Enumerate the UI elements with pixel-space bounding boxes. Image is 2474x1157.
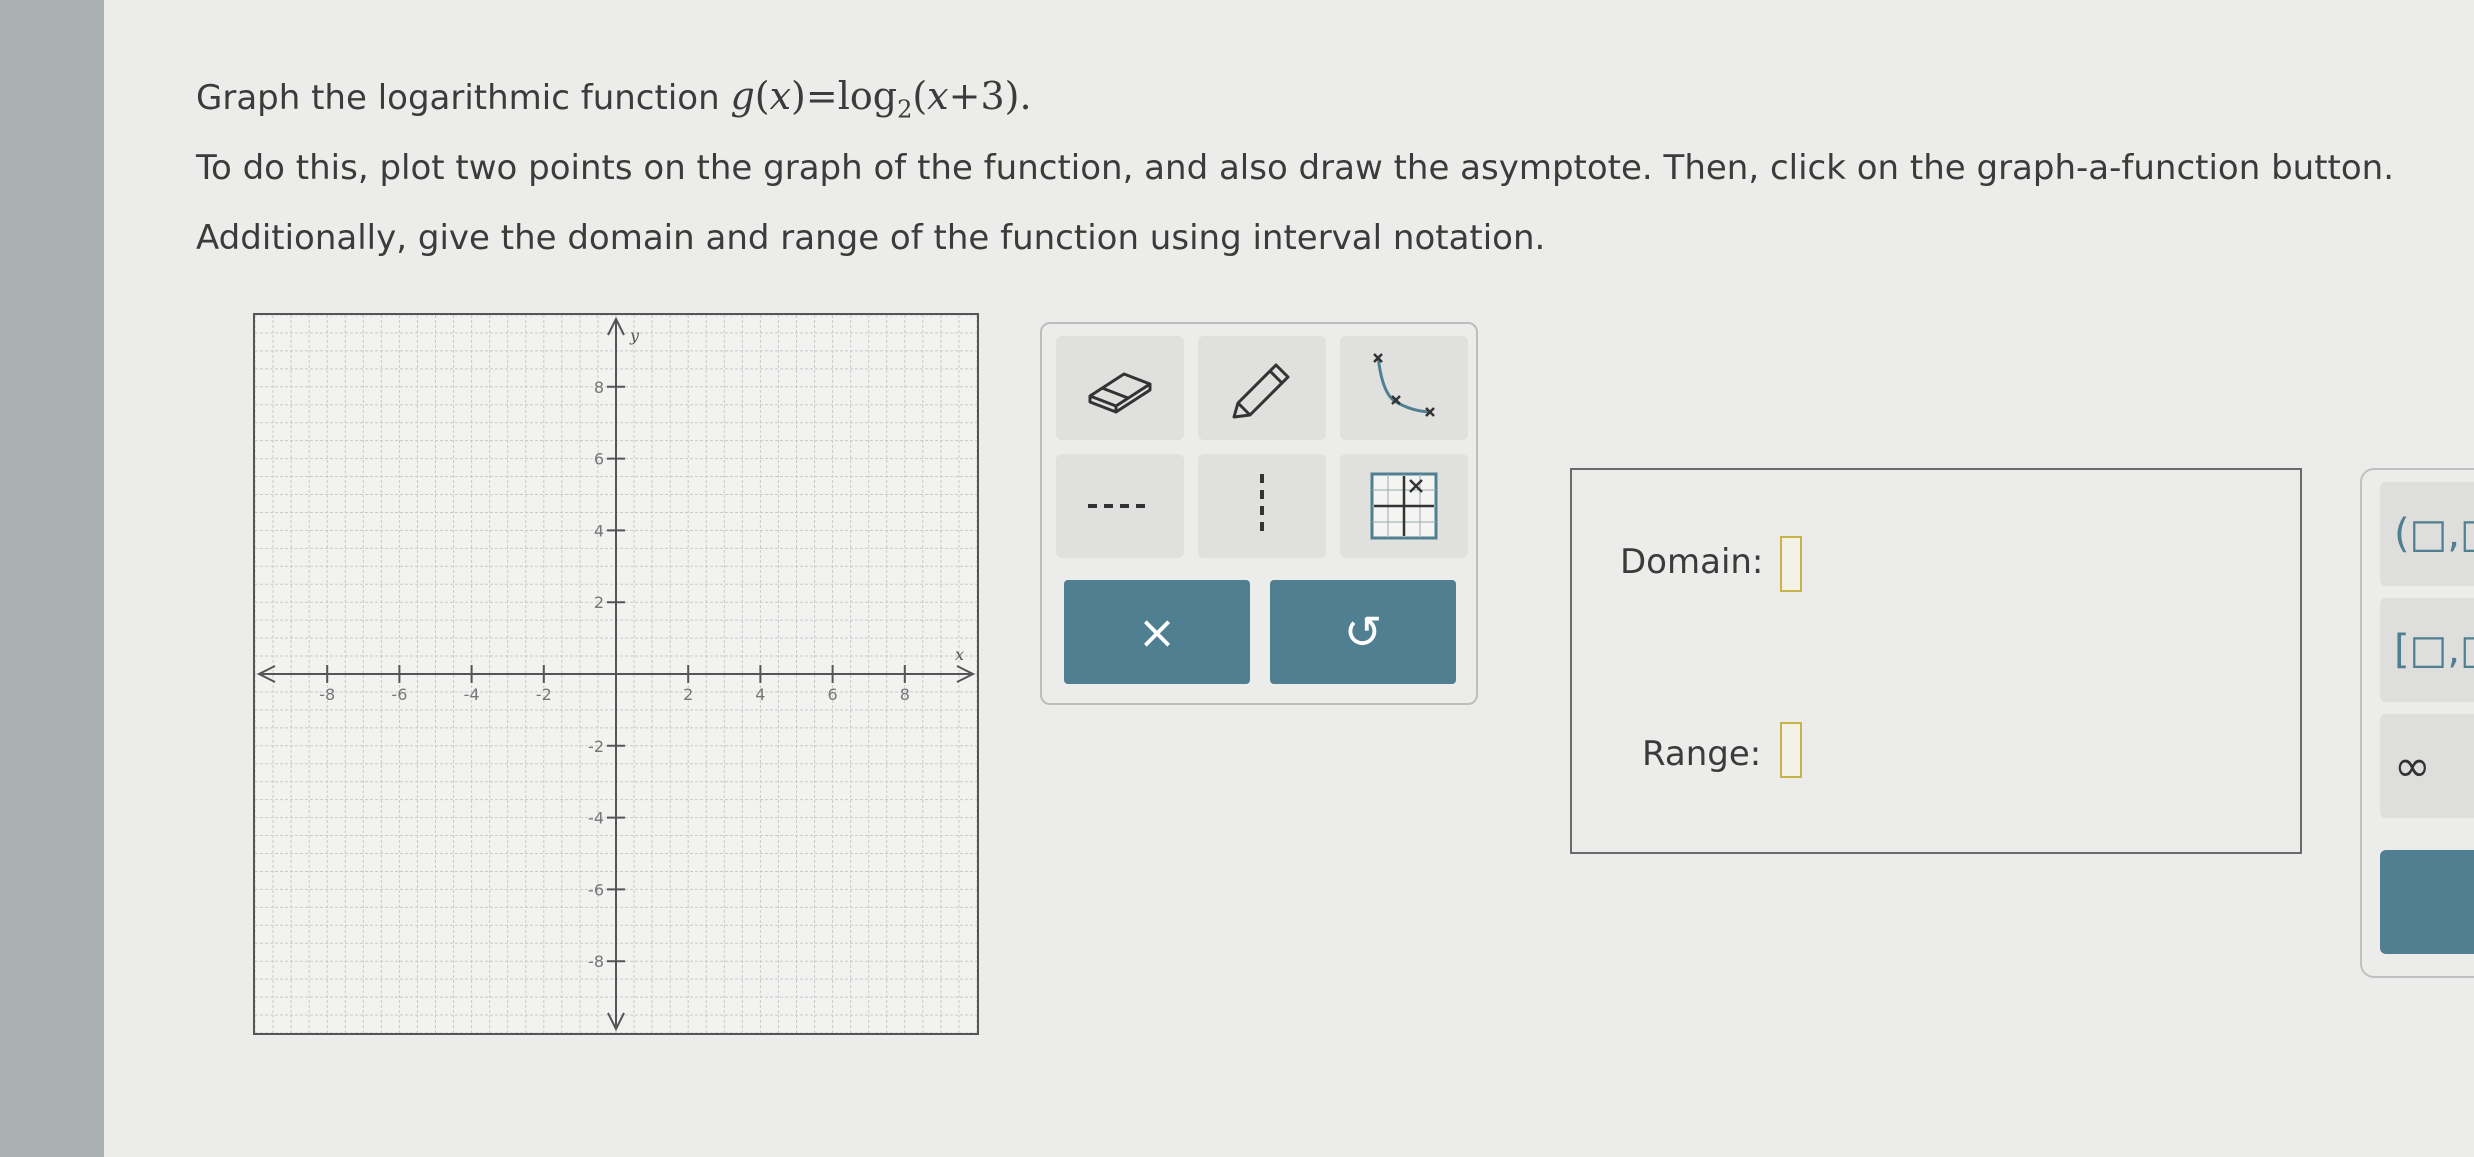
x-tick-label: 6 bbox=[828, 685, 838, 704]
next-button[interactable]: › bbox=[2380, 850, 2474, 954]
undo-button[interactable]: ↺ bbox=[1270, 580, 1456, 684]
question-prefix: Graph the logarithmic function bbox=[196, 78, 731, 118]
pencil-icon bbox=[1232, 363, 1290, 419]
graph-toolbox: × ↺ bbox=[1040, 322, 1478, 705]
x-tick-label: -2 bbox=[536, 685, 552, 704]
graph-function-icon bbox=[1373, 353, 1435, 417]
dashed-horizontal-line-icon bbox=[1088, 504, 1152, 508]
y-tick-label: 8 bbox=[594, 378, 604, 397]
closed-interval-button[interactable]: [□,□ bbox=[2380, 598, 2474, 702]
graph-svg[interactable]: x y -8 -6 -4 -2 2 4 6 8 8 6 4 2 -2 -4 -6 -8 bbox=[255, 315, 977, 1033]
x-axis-label: x bbox=[955, 645, 964, 664]
answer-panel: Domain: Range: bbox=[1570, 468, 2302, 854]
function-formula: g(x)=log2(x+3). bbox=[730, 74, 1032, 124]
clear-button[interactable]: × bbox=[1064, 580, 1250, 684]
dashed-vertical-line-icon bbox=[1260, 474, 1264, 538]
undo-icon: ↺ bbox=[1343, 605, 1383, 659]
range-label: Range: bbox=[1642, 734, 1762, 774]
vertical-asymptote-tool-button[interactable] bbox=[1198, 454, 1326, 558]
range-input[interactable] bbox=[1780, 722, 1802, 778]
question-line-1: Graph the logarithmic function g(x)=log2… bbox=[196, 74, 1032, 124]
graph-function-tool-button[interactable] bbox=[1340, 336, 1468, 440]
y-tick-label: 2 bbox=[594, 593, 604, 612]
y-tick-label: -4 bbox=[588, 809, 604, 828]
graph-canvas[interactable]: x y -8 -6 -4 -2 2 4 6 8 8 6 4 2 -2 -4 -6 -8 bbox=[253, 313, 979, 1035]
x-tick-label: 8 bbox=[900, 685, 910, 704]
eraser-tool-button[interactable] bbox=[1056, 336, 1184, 440]
question-line-2: To do this, plot two points on the graph… bbox=[196, 148, 2395, 188]
x-tick-label: -6 bbox=[391, 685, 407, 704]
infinity-button[interactable]: ∞ bbox=[2380, 714, 2474, 818]
y-axis-label: y bbox=[629, 326, 640, 345]
y-tick-label: -2 bbox=[588, 737, 604, 756]
y-tick-label: 4 bbox=[594, 521, 604, 540]
x-tick-label: 2 bbox=[683, 685, 693, 704]
open-interval-label: (□,□ bbox=[2394, 511, 2474, 557]
infinity-icon: ∞ bbox=[2394, 740, 2431, 792]
domain-label: Domain: bbox=[1620, 542, 1764, 582]
question-line-3: Additionally, give the domain and range … bbox=[196, 218, 1546, 258]
eraser-icon bbox=[1088, 372, 1152, 414]
horizontal-asymptote-tool-button[interactable] bbox=[1056, 454, 1184, 558]
left-bezel bbox=[0, 0, 104, 1157]
domain-input[interactable] bbox=[1780, 536, 1802, 592]
graph-grid-icon bbox=[1370, 472, 1438, 540]
x-tick-label: 4 bbox=[755, 685, 765, 704]
y-tick-label: -6 bbox=[588, 880, 604, 899]
x-tick-label: -8 bbox=[319, 685, 335, 704]
y-tick-label: -8 bbox=[588, 952, 604, 971]
x-tick-label: -4 bbox=[464, 685, 480, 704]
close-icon: × bbox=[1137, 605, 1177, 659]
y-tick-label: 6 bbox=[594, 450, 604, 469]
interval-notation-panel: (□,□ [□,□ ∞ › bbox=[2360, 468, 2474, 978]
pencil-tool-button[interactable] bbox=[1198, 336, 1326, 440]
closed-interval-label: [□,□ bbox=[2394, 627, 2474, 673]
graph-a-function-button[interactable] bbox=[1340, 454, 1468, 558]
open-interval-button[interactable]: (□,□ bbox=[2380, 482, 2474, 586]
